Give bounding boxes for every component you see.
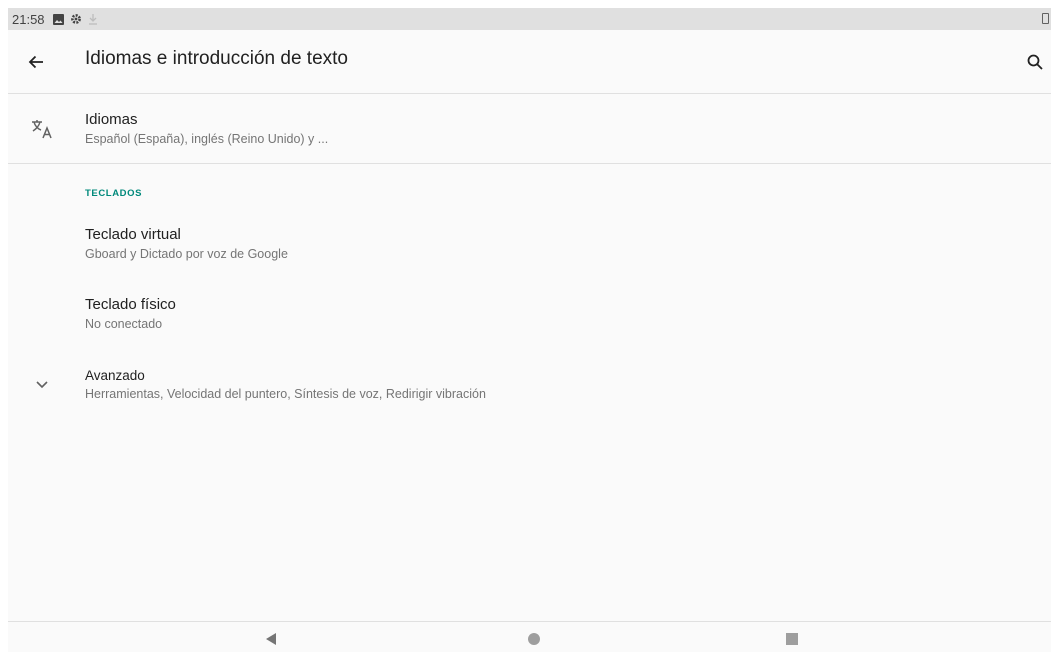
section-divider <box>8 163 1051 164</box>
download-icon <box>88 13 98 25</box>
image-icon <box>52 13 64 25</box>
languages-title: Idiomas <box>85 111 138 128</box>
chevron-down-icon <box>30 373 54 397</box>
languages-item[interactable]: Idiomas Español (España), inglés (Reino … <box>8 95 1051 163</box>
status-time: 21:58 <box>12 11 45 27</box>
virtual-keyboard-title: Teclado virtual <box>85 226 181 243</box>
status-bar: 21:58 <box>8 8 1051 30</box>
settings-screen: 21:58 Idiomas e introducción de texto Id… <box>8 8 1051 652</box>
advanced-item[interactable]: Avanzado Herramientas, Velocidad del pun… <box>8 353 1051 417</box>
nav-recents-icon[interactable] <box>786 633 798 645</box>
back-button[interactable] <box>24 50 48 74</box>
app-bar: Idiomas e introducción de texto <box>8 30 1051 94</box>
nav-back-icon[interactable] <box>266 633 276 645</box>
gear-icon <box>70 13 82 25</box>
search-button[interactable] <box>1023 50 1047 74</box>
advanced-summary: Herramientas, Velocidad del puntero, Sín… <box>85 387 486 401</box>
virtual-keyboard-summary: Gboard y Dictado por voz de Google <box>85 247 288 261</box>
keyboards-section-header: TECLADOS <box>85 188 143 199</box>
arrow-back-icon <box>28 55 43 69</box>
virtual-keyboard-item[interactable]: Teclado virtual Gboard y Dictado por voz… <box>8 213 1051 277</box>
languages-summary: Español (España), inglés (Reino Unido) y… <box>85 132 329 146</box>
nav-home-icon[interactable] <box>528 633 540 645</box>
physical-keyboard-title: Teclado físico <box>85 296 176 313</box>
physical-keyboard-item[interactable]: Teclado físico No conectado <box>8 283 1051 347</box>
navigation-bar <box>8 621 1051 652</box>
search-icon <box>1027 54 1043 70</box>
advanced-title: Avanzado <box>85 368 145 383</box>
physical-keyboard-summary: No conectado <box>85 317 163 331</box>
page-title: Idiomas e introducción de texto <box>85 48 348 69</box>
translate-icon <box>30 117 54 141</box>
battery-icon <box>1042 13 1049 24</box>
